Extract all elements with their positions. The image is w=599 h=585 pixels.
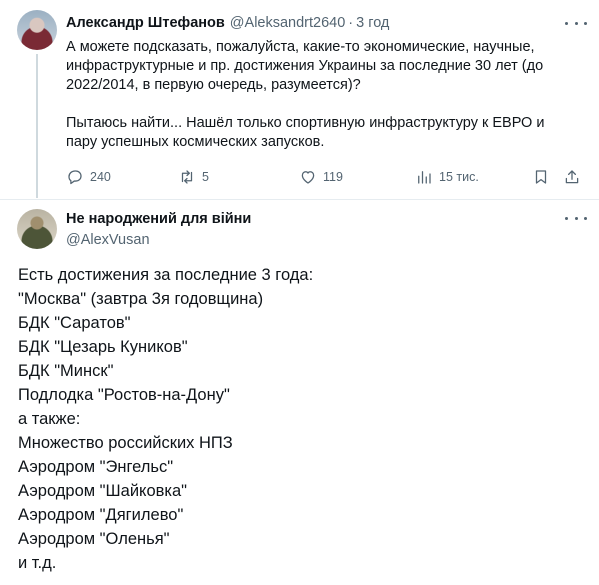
repost-icon — [181, 170, 193, 184]
tweet-text-line: 2022/2014, в первую очередь, разумеется)… — [66, 77, 361, 93]
timestamp[interactable]: 3 год — [356, 15, 389, 31]
tweet-text-line: БДК "Саратов" — [18, 314, 131, 332]
thread-line — [36, 54, 38, 198]
tweet-text-line: Есть достижения за последние 3 года: — [18, 266, 314, 284]
tweet-text-line: "Москва" (завтра 3я годовщина) — [18, 290, 264, 308]
author-handle[interactable]: @Aleksandrt2640 — [230, 15, 345, 31]
reply-count: 240 — [90, 170, 111, 184]
tweet-header: Александр Штефанов @Aleksandrt2640 · 3 г… — [66, 14, 389, 32]
heart-icon — [301, 171, 315, 184]
avatar[interactable] — [17, 10, 57, 50]
share-icon — [565, 170, 579, 184]
reply-icon — [68, 170, 82, 185]
separator: · — [348, 15, 354, 31]
tweet-text-line: пару успешных космических запусков. — [66, 134, 325, 150]
more-options-icon[interactable] — [565, 211, 587, 225]
views-button[interactable]: 15 тис. — [415, 166, 479, 188]
tweet-text: Есть достижения за последние 3 года: "Мо… — [18, 263, 578, 575]
bookmark-button[interactable] — [532, 166, 550, 188]
view-count: 15 тис. — [439, 170, 479, 184]
tweet-text-line: Аэродром "Энгельс" — [18, 458, 174, 476]
tweet-text: А можете подсказать, пожалуйста, какие-т… — [66, 38, 586, 152]
bookmark-icon — [535, 170, 547, 184]
tweet-text-line: Аэродром "Дягилево" — [18, 506, 184, 524]
action-bar: 240 5 119 15 тис. — [66, 166, 586, 188]
tweet-text-line: а также: — [18, 410, 81, 428]
author-name[interactable]: Не народжений для війни — [66, 211, 251, 227]
avatar[interactable] — [17, 209, 57, 249]
reply-button[interactable]: 240 — [66, 166, 111, 188]
tweet-text-line: БДК "Цезарь Куников" — [18, 338, 188, 356]
more-options-icon[interactable] — [565, 16, 587, 30]
repost-count: 5 — [202, 170, 209, 184]
like-count: 119 — [323, 170, 343, 184]
tweet-text-line: Аэродром "Оленья" — [18, 530, 170, 548]
tweet-text-line: Пытаюсь найти... Нашёл только спортивную… — [66, 115, 545, 131]
like-button[interactable]: 119 — [299, 166, 343, 188]
share-button[interactable] — [563, 166, 581, 188]
tweet-original[interactable]: Александр Штефанов @Aleksandrt2640 · 3 г… — [0, 0, 599, 200]
tweet-text-line: А можете подсказать, пожалуйста, какие-т… — [66, 39, 535, 55]
tweet-text-line: Аэродром "Шайковка" — [18, 482, 188, 500]
tweet-text-line: Подлодка "Ростов-на-Дону" — [18, 386, 230, 404]
repost-button[interactable]: 5 — [178, 166, 209, 188]
views-icon — [418, 171, 431, 184]
author-handle[interactable]: @AlexVusan — [66, 232, 150, 248]
tweet-text-line: и т.д. — [18, 554, 57, 572]
tweet-text-line: инфраструктурные и пр. достижения Украин… — [66, 58, 544, 74]
tweet-text-line: БДК "Минск" — [18, 362, 114, 380]
tweet-text-line: Множество российских НПЗ — [18, 434, 233, 452]
author-name[interactable]: Александр Штефанов — [66, 15, 225, 31]
